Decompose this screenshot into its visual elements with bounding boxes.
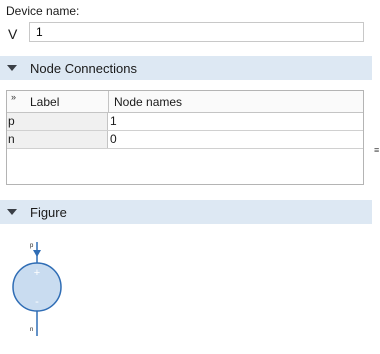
device-name-label: Device name: xyxy=(6,4,80,18)
table-row[interactable]: n 0 xyxy=(7,131,363,149)
top-terminal-label: p xyxy=(30,243,34,249)
column-header-node-names[interactable]: Node names xyxy=(114,95,182,109)
column-header-label[interactable]: Label xyxy=(30,95,59,109)
figure-header[interactable]: Figure xyxy=(0,200,372,224)
triangle-down-icon[interactable] xyxy=(7,209,17,215)
row-node-cell[interactable]: 1 xyxy=(110,113,117,130)
row-node-cell[interactable]: 0 xyxy=(110,131,117,148)
row-label-cell: n xyxy=(7,131,108,148)
node-connections-title: Node Connections xyxy=(30,60,137,76)
arrow-down-icon xyxy=(33,250,41,257)
table-header: » Label Node names xyxy=(7,91,363,113)
triangle-down-icon[interactable] xyxy=(7,65,17,71)
plus-sign: + xyxy=(34,267,40,279)
device-name-input[interactable] xyxy=(29,22,364,42)
node-connections-table: » Label Node names p 1 n 0 xyxy=(6,90,364,185)
row-label-cell: p xyxy=(7,113,108,130)
column-separator xyxy=(108,91,109,112)
minus-sign: - xyxy=(35,296,39,308)
device-prefix: V xyxy=(8,26,18,42)
voltage-source-figure: p + - n xyxy=(12,242,62,336)
figure-title: Figure xyxy=(30,204,67,220)
table-row[interactable]: p 1 xyxy=(7,113,363,131)
bottom-terminal-label: n xyxy=(30,327,33,333)
node-connections-header[interactable]: Node Connections xyxy=(0,56,372,80)
splitter-grip-icon[interactable]: ≡ xyxy=(374,146,379,155)
double-chevron-right-icon[interactable]: » xyxy=(11,92,16,102)
